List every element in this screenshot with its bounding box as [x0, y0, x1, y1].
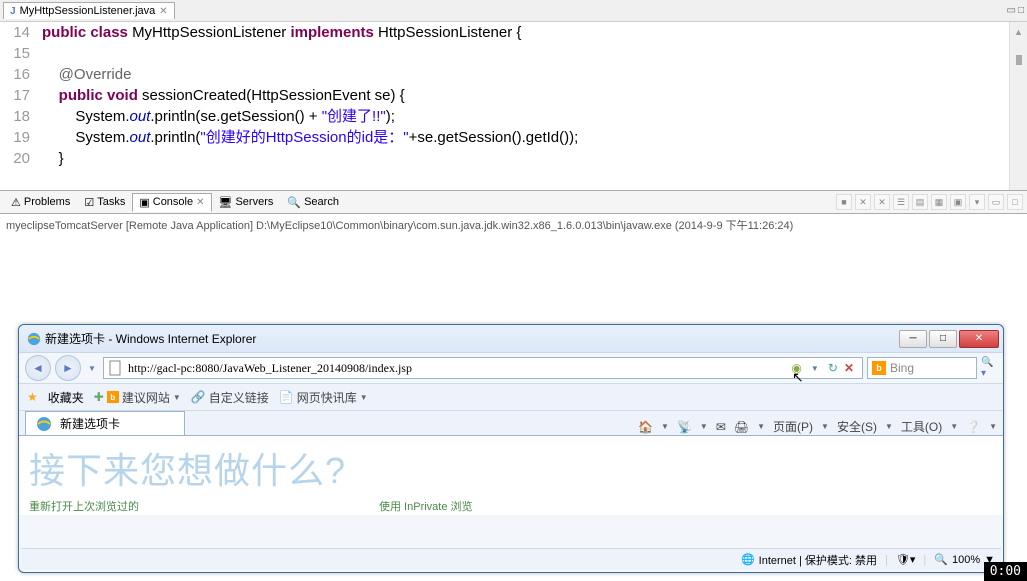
- command-bar: 🏠▼ 📡▼ ✉ 🖨▼ 页面(P)▼ 安全(S)▼ 工具(O)▼ ❔▼: [638, 418, 997, 435]
- editor-scrollbar[interactable]: ▲: [1009, 22, 1027, 190]
- status-bar: 🌐 Internet | 保护模式: 禁用 | 🛡▾ | 🔍 100% ▼: [21, 548, 1001, 570]
- java-file-icon: J: [10, 6, 16, 17]
- zoom-level: 100%: [952, 554, 980, 566]
- window-buttons: ─ □ ✕: [899, 330, 999, 348]
- console-tool-icon[interactable]: ☰: [893, 194, 909, 210]
- console-tool-icon[interactable]: ✕: [855, 194, 871, 210]
- tab-console[interactable]: ▣ Console ✕: [132, 193, 211, 212]
- console-tool-icon[interactable]: ✕: [874, 194, 890, 210]
- close-icon[interactable]: ✕: [159, 6, 167, 17]
- welcome-heading: 接下来您想做什么?: [29, 442, 993, 494]
- zoom-icon: 🔍: [934, 553, 948, 566]
- protected-mode-icon[interactable]: 🛡▾: [896, 553, 916, 566]
- browser-tab[interactable]: 新建选项卡: [25, 411, 185, 435]
- ie-logo-icon: [27, 332, 41, 346]
- reopen-link[interactable]: 重新打开上次浏览过的: [29, 498, 139, 514]
- console-tool-icon[interactable]: ■: [836, 194, 852, 210]
- ie-titlebar[interactable]: 新建选项卡 - Windows Internet Explorer ─ □ ✕: [19, 325, 1003, 353]
- refresh-icon[interactable]: ↻: [828, 361, 838, 375]
- overview-mark: [1016, 55, 1022, 65]
- chevron-down-icon: ▼: [360, 393, 368, 402]
- inprivate-link[interactable]: 使用 InPrivate 浏览: [379, 498, 473, 514]
- stop-icon[interactable]: ✕: [844, 361, 854, 375]
- url-input[interactable]: [128, 361, 787, 376]
- tab-problems[interactable]: ⚠ Problems: [4, 193, 77, 212]
- recording-timer: 0:00: [984, 562, 1027, 581]
- console-launch-info: myeclipseTomcatServer [Remote Java Appli…: [0, 214, 1027, 236]
- zone-icon: 🌐: [741, 553, 755, 566]
- maximize-icon[interactable]: □: [1018, 5, 1024, 16]
- page-menu[interactable]: 页面(P): [773, 418, 813, 435]
- maximize-icon[interactable]: □: [1007, 194, 1023, 210]
- address-bar[interactable]: ◉ ▼ ↻ ✕: [103, 357, 863, 379]
- favorites-label[interactable]: 收藏夹: [48, 389, 84, 406]
- console-tool-icon[interactable]: ▤: [912, 194, 928, 210]
- search-box[interactable]: b Bing: [867, 357, 977, 379]
- security-zone: Internet | 保护模式: 禁用: [759, 552, 877, 568]
- line-gutter: 14 15 16 17 18 19 20: [0, 22, 38, 190]
- search-placeholder: Bing: [890, 361, 914, 375]
- tools-menu[interactable]: 工具(O): [901, 418, 942, 435]
- compat-icon[interactable]: ◉: [791, 361, 801, 375]
- console-tool-icon[interactable]: ▾: [969, 194, 985, 210]
- page-icon: [108, 360, 124, 376]
- editor-tab[interactable]: J MyHttpSessionListener.java ✕: [3, 2, 175, 19]
- minimize-icon[interactable]: ▭: [1007, 5, 1016, 16]
- minimize-icon[interactable]: ▭: [988, 194, 1004, 210]
- favorites-bar: ★ 收藏夹 ✚ b 建议网站 ▼ 🔗 自定义链接 📄 网页快讯库 ▼: [19, 383, 1003, 411]
- editor-tabbar: J MyHttpSessionListener.java ✕ ▭ □: [0, 0, 1027, 22]
- console-tool-icon[interactable]: ▣: [950, 194, 966, 210]
- ie-window: 新建选项卡 - Windows Internet Explorer ─ □ ✕ …: [18, 324, 1004, 573]
- print-icon[interactable]: 🖨: [734, 420, 749, 434]
- tab-servers[interactable]: 🖥 Servers: [212, 193, 281, 212]
- servers-icon: 🖥: [219, 196, 233, 209]
- mail-icon[interactable]: ✉: [716, 420, 726, 434]
- code-body[interactable]: public class MyHttpSessionListener imple…: [38, 22, 1009, 190]
- tab-search[interactable]: 🔍 Search: [280, 193, 346, 212]
- forward-button[interactable]: ►: [55, 355, 81, 381]
- safety-menu[interactable]: 安全(S): [837, 418, 877, 435]
- minimize-button[interactable]: ─: [899, 330, 927, 348]
- tab-tasks[interactable]: ☑ Tasks: [77, 193, 132, 212]
- editor-window-controls: ▭ □: [1007, 5, 1025, 16]
- help-icon[interactable]: ❔: [966, 420, 981, 434]
- chevron-down-icon: ▼: [173, 393, 181, 402]
- scroll-up-icon[interactable]: ▲: [1014, 22, 1023, 43]
- close-button[interactable]: ✕: [959, 330, 999, 348]
- problems-icon: ⚠: [11, 196, 21, 209]
- tasks-icon: ☑: [84, 196, 94, 209]
- console-tool-icon[interactable]: ▦: [931, 194, 947, 210]
- feeds-icon[interactable]: 📡: [677, 420, 692, 434]
- bing-logo-icon: b: [872, 361, 886, 375]
- console-toolbar: ■ ✕ ✕ ☰ ▤ ▦ ▣ ▾ ▭ □: [836, 194, 1023, 210]
- fav-quick[interactable]: 📄 网页快讯库 ▼: [279, 389, 368, 406]
- page-content: 接下来您想做什么? 重新打开上次浏览过的 使用 InPrivate 浏览: [19, 435, 1003, 515]
- ie-tabbar: 新建选项卡 🏠▼ 📡▼ ✉ 🖨▼ 页面(P)▼ 安全(S)▼ 工具(O)▼ ❔▼: [19, 411, 1003, 435]
- history-dropdown-icon[interactable]: ▼: [85, 364, 99, 373]
- window-title: 新建选项卡 - Windows Internet Explorer: [45, 330, 256, 347]
- fav-suggest[interactable]: ✚ b 建议网站 ▼: [94, 389, 181, 406]
- views-tabbar: ⚠ Problems ☑ Tasks ▣ Console ✕ 🖥 Servers…: [0, 190, 1027, 214]
- fav-custom[interactable]: 🔗 自定义链接: [191, 389, 269, 406]
- link-icon: 🔗: [191, 390, 206, 404]
- close-icon[interactable]: ✕: [196, 197, 204, 208]
- favorites-star-icon[interactable]: ★: [27, 390, 38, 404]
- home-icon[interactable]: 🏠: [638, 420, 653, 434]
- bing-logo-icon: b: [107, 391, 119, 403]
- maximize-button[interactable]: □: [929, 330, 957, 348]
- console-icon: ▣: [139, 196, 149, 209]
- search-go-icon[interactable]: 🔍▾: [981, 357, 997, 379]
- url-dropdown-icon[interactable]: ▼: [808, 364, 822, 373]
- browser-tab-title: 新建选项卡: [60, 415, 120, 432]
- editor-tab-title: MyHttpSessionListener.java: [20, 5, 156, 17]
- feed-icon: 📄: [279, 390, 294, 404]
- add-icon: ✚: [94, 390, 104, 404]
- code-editor[interactable]: 14 15 16 17 18 19 20 public class MyHttp…: [0, 22, 1027, 190]
- search-icon: 🔍: [287, 196, 301, 209]
- back-button[interactable]: ◄: [25, 355, 51, 381]
- ie-navbar: ◄ ► ▼ ◉ ▼ ↻ ✕ b Bing 🔍▾: [19, 353, 1003, 383]
- ie-logo-icon: [36, 416, 52, 432]
